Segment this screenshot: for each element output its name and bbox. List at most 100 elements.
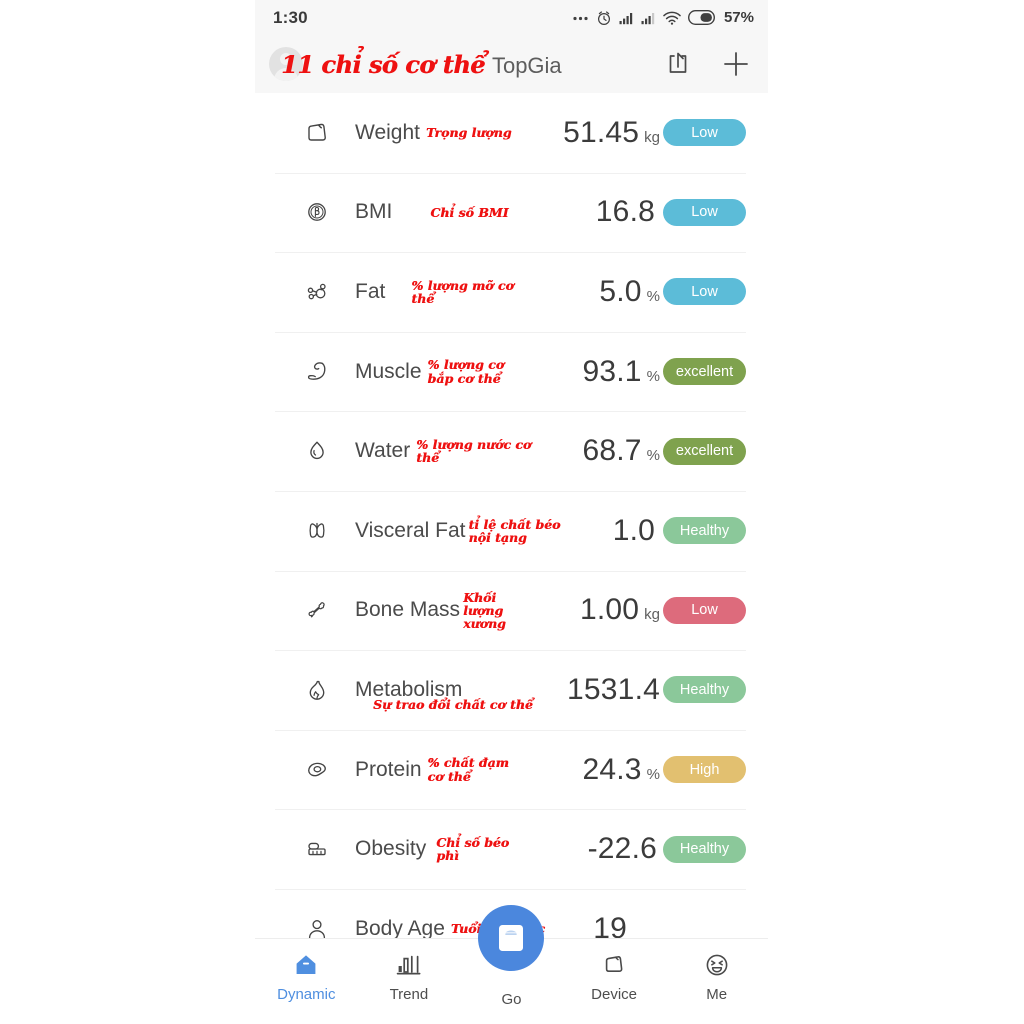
metrics-list[interactable]: Weight Trọng lượng 51.45 kg Low BMI Chỉ …	[255, 93, 768, 939]
metric-label: Water	[355, 439, 411, 463]
go-button[interactable]	[478, 905, 545, 971]
status-badge[interactable]: Low	[663, 596, 746, 624]
status-badge[interactable]: excellent	[663, 358, 746, 386]
more-dots-icon	[573, 16, 588, 21]
metric-annotation: % lượng cơ bắp cơ thể	[427, 357, 505, 386]
metric-value: 51.45	[563, 115, 640, 149]
nav-item-trend[interactable]: Trend	[358, 939, 461, 1003]
metric-row-bone-mass[interactable]: Bone Mass Khối lượng xương 1.00 kg Low	[255, 570, 768, 651]
metric-label: Protein	[355, 757, 422, 781]
metric-value-group: 1531.4	[567, 673, 665, 707]
nav-label: Trend	[389, 986, 429, 1003]
bicep-icon	[297, 357, 337, 387]
smiley-icon	[703, 950, 731, 980]
metric-unit: %	[646, 287, 660, 305]
metric-annotation: % lượng nước cơ thể	[416, 437, 532, 466]
metric-label: BMI	[355, 200, 393, 224]
home-icon	[292, 950, 320, 980]
scale-icon	[499, 925, 524, 951]
belly-icon	[297, 834, 337, 864]
metric-annotation: % chất đạm cơ thể	[427, 755, 509, 784]
metric-row-visceral-fat[interactable]: Visceral Fat tỉ lệ chất béo nội tạng 1.0…	[255, 490, 768, 571]
metric-row-weight[interactable]: Weight Trọng lượng 51.45 kg Low	[255, 93, 768, 173]
metric-value-group: 51.45 kg	[563, 116, 660, 150]
wifi-icon	[663, 11, 681, 25]
bmi-icon	[297, 197, 337, 227]
metric-value-group: 1.0	[613, 514, 660, 548]
person-icon	[297, 914, 337, 939]
metric-annotation: Trọng lượng	[425, 125, 512, 141]
water-drop-icon	[297, 436, 337, 466]
metric-value-group: 1.00 kg	[580, 593, 660, 627]
metric-annotation: Chỉ số béo phì	[436, 835, 510, 864]
metric-label: Obesity	[355, 837, 427, 861]
status-badge[interactable]: Healthy	[663, 676, 746, 704]
metric-annotation: Sự trao đổi chất cơ thể	[373, 697, 533, 713]
nav-item-device[interactable]: Device	[563, 939, 666, 1003]
status-badge[interactable]: High	[663, 756, 746, 784]
metric-unit: %	[646, 447, 660, 465]
nav-item-go[interactable]: Go	[460, 905, 563, 1008]
metric-label: Weight	[355, 120, 420, 144]
status-time: 1:30	[273, 7, 308, 27]
metric-value: 24.3	[582, 752, 642, 786]
metric-value: 68.7	[582, 434, 642, 468]
metric-row-metabolism[interactable]: Metabolism Sự trao đổi chất cơ thể 1531.…	[255, 650, 768, 730]
egg-icon	[297, 755, 337, 785]
overlay-annotation-title: 11 chỉ số cơ thể	[281, 49, 485, 79]
metric-row-bmi[interactable]: BMI Chỉ số BMI 16.8 Low	[255, 172, 768, 253]
status-badge[interactable]: Low	[663, 119, 746, 147]
metric-value-group: 93.1 %	[582, 355, 660, 389]
phone-screen: 1:30 57% 11 chỉ số cơ thể TopGia Weight …	[255, 0, 768, 1024]
metric-row-water[interactable]: Water % lượng nước cơ thể 68.7 % excelle…	[255, 411, 768, 491]
nav-item-dynamic[interactable]: Dynamic	[255, 939, 358, 1003]
metric-value-group: 19	[593, 912, 632, 939]
nav-item-me[interactable]: Me	[665, 939, 768, 1003]
battery-percent: 57%	[723, 9, 754, 26]
metric-unit: %	[646, 765, 660, 783]
metric-row-protein[interactable]: Protein % chất đạm cơ thể 24.3 % High	[255, 729, 768, 810]
metric-value-group: 68.7 %	[582, 434, 660, 468]
scale-icon	[297, 118, 337, 148]
metric-label: Fat	[355, 279, 386, 303]
metric-unit: kg	[644, 606, 660, 624]
status-badge[interactable]: excellent	[663, 437, 746, 465]
metric-row-muscle[interactable]: Muscle % lượng cơ bắp cơ thể 93.1 % exce…	[255, 331, 768, 412]
metric-value: 1.0	[612, 513, 655, 547]
flame-icon	[297, 675, 337, 705]
metric-annotation: tỉ lệ chất béo nội tạng	[468, 516, 561, 545]
title-group: 11 chỉ số cơ thể TopGia	[281, 50, 562, 79]
status-bar: 1:30 57%	[255, 0, 768, 35]
nav-label: Device	[591, 986, 637, 1003]
status-badge[interactable]: Low	[663, 198, 746, 226]
share-icon[interactable]	[664, 50, 692, 78]
metric-value: -22.6	[587, 832, 657, 866]
status-icons: 57%	[572, 9, 754, 26]
metric-unit: kg	[644, 128, 660, 146]
nav-label: Go	[501, 991, 522, 1008]
metric-label: Bone Mass	[355, 598, 461, 622]
app-bar-actions	[664, 50, 750, 78]
status-badge[interactable]: Low	[663, 278, 746, 306]
bone-icon	[297, 595, 337, 625]
status-badge[interactable]: Healthy	[663, 517, 746, 545]
metric-annotation: Chỉ số BMI	[430, 204, 509, 220]
metric-annotation: % lượng mỡ cơ thể	[411, 277, 514, 306]
add-icon[interactable]	[722, 50, 750, 78]
metric-row-fat[interactable]: Fat % lượng mỡ cơ thể 5.0 % Low	[255, 252, 768, 332]
metric-value-group: -22.6	[588, 832, 662, 866]
metric-label: Visceral Fat	[355, 518, 466, 542]
metric-annotation: Khối lượng xương	[463, 589, 506, 631]
signal-2-icon	[641, 12, 655, 24]
molecule-icon	[297, 277, 337, 307]
device-icon	[600, 950, 628, 980]
signal-1-icon	[619, 12, 633, 24]
status-badge[interactable]: Healthy	[663, 835, 746, 863]
metric-value: 1.00	[579, 593, 640, 627]
app-bar: 11 chỉ số cơ thể TopGia	[255, 35, 768, 93]
metric-value: 19	[593, 911, 627, 939]
metric-value: 93.1	[582, 354, 642, 388]
metric-value: 5.0	[599, 274, 642, 308]
metric-row-obesity[interactable]: Obesity Chỉ số béo phì -22.6 Healthy	[255, 809, 768, 889]
metric-value: 16.8	[595, 195, 655, 229]
